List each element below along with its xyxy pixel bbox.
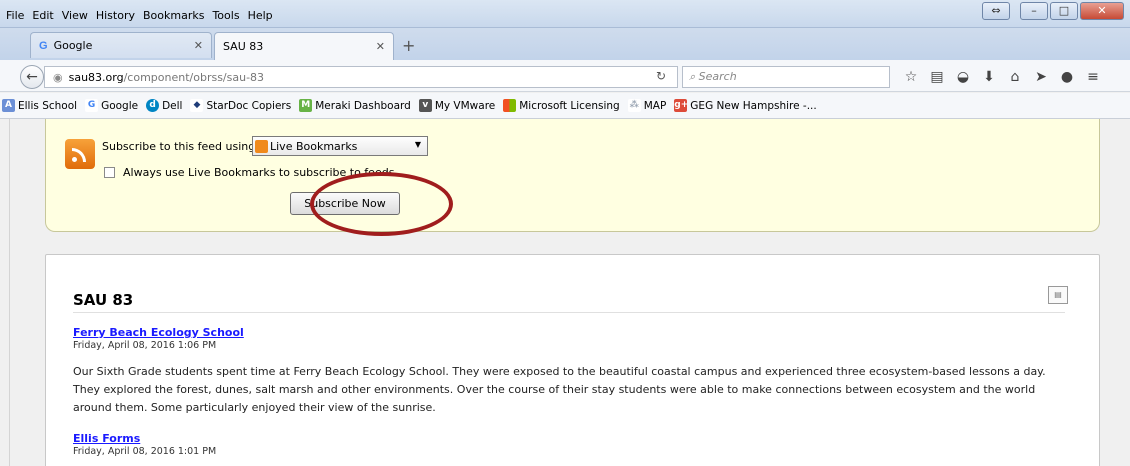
bookmark-dell[interactable]: d Dell xyxy=(146,99,182,112)
rss-feed-icon xyxy=(65,139,95,169)
bookmark-label: Ellis School xyxy=(18,99,78,112)
entry-date: Friday, April 08, 2016 1:06 PM xyxy=(73,340,217,351)
bookmark-label: Microsoft Licensing xyxy=(519,99,620,112)
bookmarks-bar: A Ellis School G Google d Dell ◆ StarDoc Cop… xyxy=(0,93,1130,119)
microsoft-icon xyxy=(503,99,517,112)
google-g-icon: G xyxy=(85,99,99,112)
menu-bar: File Edit View History Bookmarks Tools H… xyxy=(2,9,277,22)
window-controls: ⇔ – □ ✕ xyxy=(982,2,1124,20)
feed-reader-select[interactable]: Live Bookmarks ▼ xyxy=(252,136,428,156)
rss-icon xyxy=(255,139,268,153)
menu-help[interactable]: Help xyxy=(244,9,277,22)
menu-tools[interactable]: Tools xyxy=(208,9,243,22)
url-path: /component/obrss/sau-83 xyxy=(123,70,265,84)
bookmark-label: GEG New Hampshire -... xyxy=(690,99,817,112)
feed-title: SAU 83 xyxy=(73,291,134,309)
feed-reader-selected: Live Bookmarks xyxy=(270,139,358,153)
always-use-label: Always use Live Bookmarks to subscribe t… xyxy=(123,166,398,179)
chevron-down-icon: ▼ xyxy=(414,140,421,149)
tab-google[interactable]: G Google ✕ xyxy=(30,32,212,58)
menu-history[interactable]: History xyxy=(92,9,139,22)
bookmark-label: Dell xyxy=(162,99,183,112)
feed-document-icon[interactable]: ▤ xyxy=(1048,286,1068,304)
tab-label: SAU 83 xyxy=(223,40,264,53)
subscribe-label: Subscribe to this feed using xyxy=(102,140,256,153)
tab-sau83[interactable]: SAU 83 ✕ xyxy=(214,32,394,60)
bookmark-label: Google xyxy=(101,99,139,112)
feed-panel: SAU 83 ▤ Ferry Beach Ecology School Frid… xyxy=(45,254,1100,466)
menu-bookmarks[interactable]: Bookmarks xyxy=(139,9,208,22)
subscribe-now-button[interactable]: Subscribe Now xyxy=(290,192,400,215)
new-tab-icon[interactable]: + xyxy=(402,36,415,55)
map-icon: ⁂ xyxy=(627,99,641,112)
title-bar: File Edit View History Bookmarks Tools H… xyxy=(0,0,1130,28)
dell-icon: d xyxy=(146,99,160,112)
restore-tabs-icon[interactable]: ⇔ xyxy=(982,2,1010,20)
pocket-icon[interactable]: ◒ xyxy=(950,66,976,88)
bookmark-vmware[interactable]: v My VMware xyxy=(418,99,496,112)
bookmark-geg[interactable]: g+ GEG New Hampshire -... xyxy=(674,99,817,112)
search-input[interactable]: ⌕ Search xyxy=(682,66,890,88)
feed-entry: Ferry Beach Ecology School Friday, April… xyxy=(73,325,1073,417)
subscribe-panel: Subscribe to this feed using Live Bookma… xyxy=(45,119,1100,232)
close-icon[interactable]: ✕ xyxy=(376,40,385,53)
page-left-edge xyxy=(0,119,10,466)
bookmark-ellis-school[interactable]: A Ellis School xyxy=(2,99,77,112)
search-icon: ⌕ xyxy=(689,70,699,83)
back-arrow-icon[interactable]: ← xyxy=(20,65,44,89)
entry-date: Friday, April 08, 2016 1:01 PM xyxy=(73,446,217,457)
meraki-icon: M xyxy=(299,99,313,112)
tab-strip: G Google ✕ SAU 83 ✕ + xyxy=(0,28,1130,60)
maximize-button[interactable]: □ xyxy=(1050,2,1078,20)
menu-file[interactable]: File xyxy=(2,9,28,22)
menu-edit[interactable]: Edit xyxy=(28,9,57,22)
entry-body: Our Sixth Grade students spent time at F… xyxy=(73,365,1046,414)
star-icon[interactable]: ☆ xyxy=(898,66,924,88)
bookmark-label: My VMware xyxy=(434,99,496,112)
download-icon[interactable]: ⬇ xyxy=(976,66,1002,88)
chat-icon[interactable]: ● xyxy=(1054,66,1080,88)
send-icon[interactable]: ➤ xyxy=(1028,66,1054,88)
menu-view[interactable]: View xyxy=(58,9,92,22)
search-placeholder: Search xyxy=(698,70,737,83)
tab-label: Google xyxy=(53,39,93,52)
google-plus-icon: g+ xyxy=(674,99,689,112)
bookmark-stardoc[interactable]: ◆ StarDoc Copiers xyxy=(190,99,291,112)
close-window-button[interactable]: ✕ xyxy=(1080,2,1124,20)
bookmark-google[interactable]: G Google xyxy=(85,99,138,112)
entry-title-link[interactable]: Ellis Forms xyxy=(73,432,140,445)
bookmark-map[interactable]: ⁂ MAP xyxy=(627,99,667,112)
url-host: sau83.org xyxy=(68,70,124,84)
diamond-icon: ◆ xyxy=(190,99,204,112)
globe-icon: ◉ xyxy=(53,70,63,84)
always-use-row[interactable]: Always use Live Bookmarks to subscribe t… xyxy=(104,166,398,179)
reload-icon[interactable]: ↻ xyxy=(656,69,666,83)
divider xyxy=(73,312,1065,313)
navigation-bar: ← ◉ sau83.org /component/obrss/sau-83 ↻ … xyxy=(0,60,1130,92)
bookmark-label: StarDoc Copiers xyxy=(206,99,292,112)
close-icon[interactable]: ✕ xyxy=(194,39,203,52)
bookmark-meraki[interactable]: M Meraki Dashboard xyxy=(299,99,411,112)
home-icon[interactable]: ⌂ xyxy=(1002,66,1028,88)
vmware-icon: v xyxy=(418,99,432,112)
bookmark-label: MAP xyxy=(643,99,667,112)
google-g-icon: G xyxy=(39,39,48,52)
url-bar[interactable]: ◉ sau83.org /component/obrss/sau-83 xyxy=(44,66,678,88)
feed-entry: Ellis Forms Friday, April 08, 2016 1:01 … xyxy=(73,431,1073,457)
entry-title-link[interactable]: Ferry Beach Ecology School xyxy=(73,326,244,339)
always-use-checkbox[interactable] xyxy=(104,167,115,178)
bookmark-label: Meraki Dashboard xyxy=(315,99,411,112)
minimize-button[interactable]: – xyxy=(1020,2,1048,20)
bookmark-microsoft[interactable]: Microsoft Licensing xyxy=(503,99,620,112)
menu-icon[interactable]: ≡ xyxy=(1080,66,1106,88)
toolbar-icons: ☆ ▤ ◒ ⬇ ⌂ ➤ ● ≡ xyxy=(898,66,1106,88)
reading-list-icon[interactable]: ▤ xyxy=(924,66,950,88)
school-icon: A xyxy=(2,99,15,112)
